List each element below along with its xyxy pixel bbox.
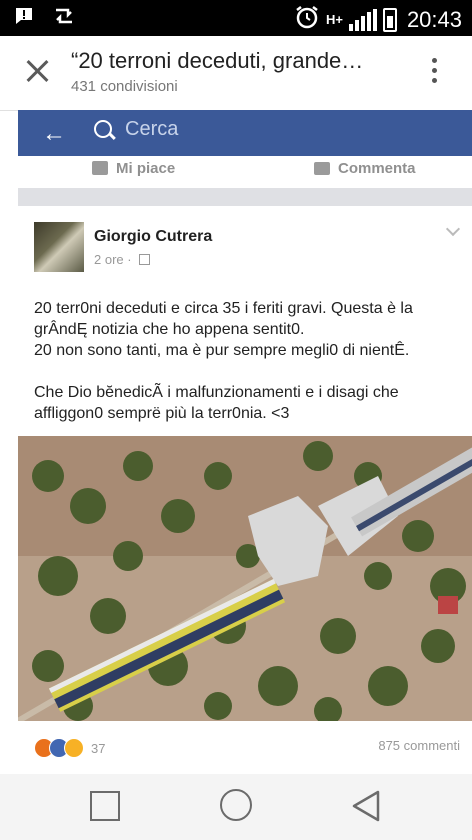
post-text-line: grÂndĘ notizia che ho appena sentit0. xyxy=(34,321,305,338)
search-icon xyxy=(94,120,112,138)
page-title: “20 terroni deceduti, grande… xyxy=(71,48,364,73)
like-action: Mi piace xyxy=(92,160,175,177)
comment-icon xyxy=(314,162,330,175)
post-text-line: 20 non sono tanti, ma è pur sempre megli… xyxy=(34,342,410,359)
status-bar: H+ 20:43 xyxy=(0,0,472,36)
post-author: Giorgio Cutrera xyxy=(94,228,213,245)
post-card: Giorgio Cutrera 2 ore · 20 terr0ni deced… xyxy=(18,206,472,774)
avatar xyxy=(34,222,84,272)
app-bar: “20 terroni deceduti, grande… 431 condiv… xyxy=(0,36,472,111)
home-icon[interactable] xyxy=(220,789,252,821)
post-text-line: affliggon0 semprë più la terr0nia. <3 xyxy=(34,405,290,422)
comment-action: Commenta xyxy=(314,160,416,177)
alarm-icon xyxy=(294,4,320,36)
action-row: Mi piace Commenta xyxy=(18,156,472,188)
clock: 20:43 xyxy=(406,7,462,32)
post-footer: 37 875 commenti xyxy=(18,726,472,766)
recent-apps-icon[interactable] xyxy=(90,791,120,821)
audience-icon xyxy=(139,254,151,265)
share-count: 431 condivisioni xyxy=(71,78,178,95)
search-placeholder: Cerca xyxy=(125,118,179,140)
like-label: Mi piace xyxy=(116,160,176,177)
more-options-icon[interactable] xyxy=(432,58,438,86)
post-text-line xyxy=(34,361,464,382)
battery-icon xyxy=(382,8,397,32)
haha-icon xyxy=(64,738,84,758)
post-text-line: Che Dio bĕnedicÃ i malfunzionamenti e i … xyxy=(34,384,399,401)
chevron-down-icon xyxy=(445,221,461,237)
shared-screenshot: ← Cerca Mi piace Commenta Giorgio Cutrer… xyxy=(18,110,472,774)
facebook-search-bar: ← Cerca xyxy=(18,110,472,156)
reactions-count: 37 xyxy=(91,740,106,756)
signal-icon xyxy=(348,9,377,31)
retweet-notification-icon xyxy=(52,6,76,32)
feed-divider xyxy=(18,188,472,206)
post-photo xyxy=(18,436,472,721)
thumbs-up-icon xyxy=(92,161,108,175)
back-arrow-icon: ← xyxy=(42,120,66,147)
comments-count: 875 commenti xyxy=(378,738,460,753)
message-notification-icon xyxy=(14,6,34,32)
reactions: 37 xyxy=(34,738,105,758)
notification-icons xyxy=(14,6,76,32)
back-icon[interactable] xyxy=(350,789,384,828)
post-time: 2 ore xyxy=(94,252,124,267)
post-text: 20 terr0ni deceduti e circa 35 i feriti … xyxy=(34,298,464,424)
post-text-line: 20 terr0ni deceduti e circa 35 i feriti … xyxy=(34,300,413,317)
close-icon[interactable] xyxy=(22,54,52,88)
post-meta: 2 ore · xyxy=(94,252,151,267)
network-type-icon: H+ xyxy=(325,12,343,27)
navigation-bar xyxy=(0,774,472,840)
comment-label: Commenta xyxy=(338,160,416,177)
